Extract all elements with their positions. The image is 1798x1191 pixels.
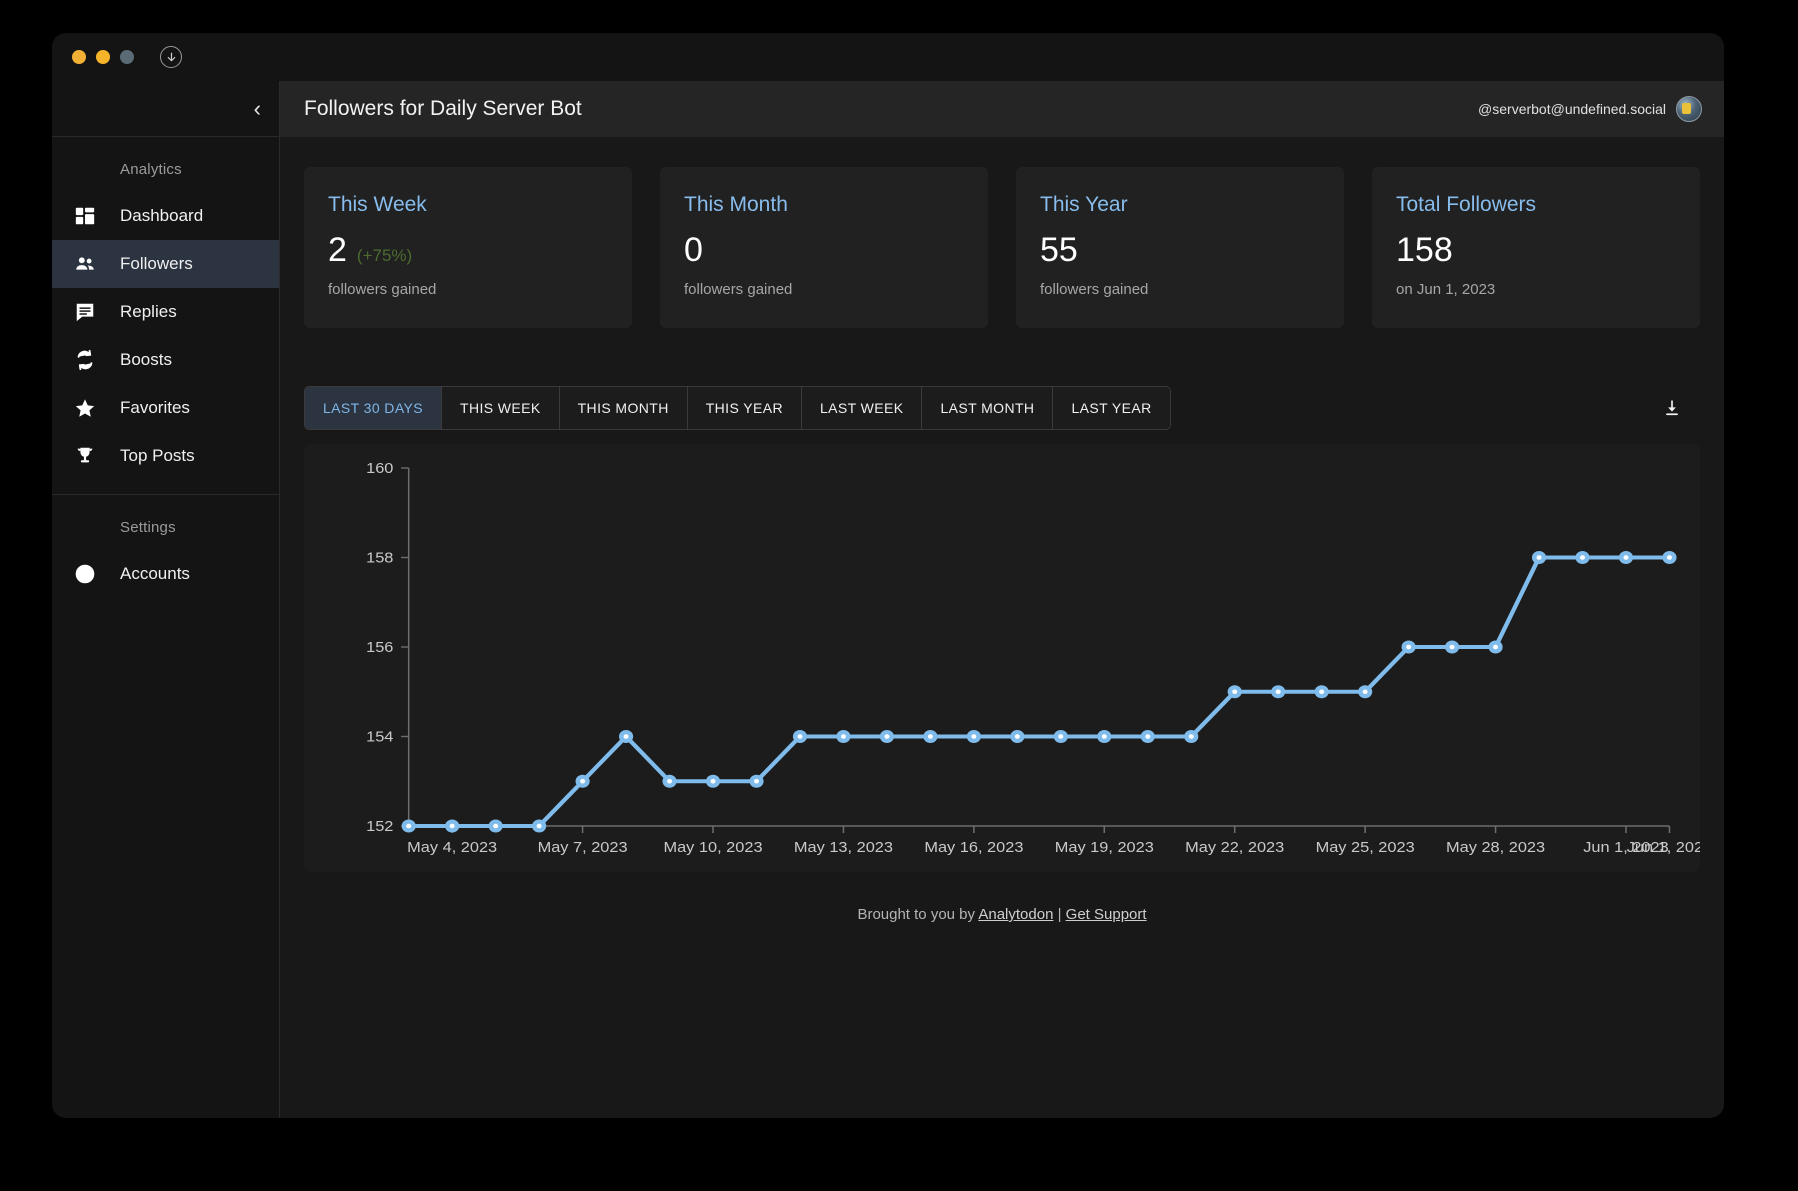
stat-card-title: Total Followers xyxy=(1396,193,1537,216)
sidebar-item-top-posts[interactable]: Top Posts xyxy=(52,432,279,480)
stat-cards: This Week 2 (+75%) followers gained This… xyxy=(304,167,1700,328)
stat-card-subtitle: followers gained xyxy=(684,281,793,298)
stat-card-this-week: This Week 2 (+75%) followers gained xyxy=(304,167,632,328)
sidebar-item-label: Top Posts xyxy=(120,446,195,465)
sidebar-item-dashboard[interactable]: Dashboard xyxy=(52,192,279,240)
sidebar-item-label: Replies xyxy=(120,302,177,321)
sidebar-item-label: Favorites xyxy=(120,398,190,417)
sidebar-item-followers[interactable]: Followers xyxy=(52,240,279,288)
window-zoom-button[interactable] xyxy=(120,50,134,64)
stat-card-title: This Year xyxy=(1040,193,1128,216)
stat-card-title: This Week xyxy=(328,193,427,216)
content-area: This Week 2 (+75%) followers gained This… xyxy=(280,137,1724,1118)
svg-text:May 13, 2023: May 13, 2023 xyxy=(794,840,893,856)
app-window: ‹ Analytics Dashboard Followers Replies … xyxy=(52,33,1724,1118)
sidebar-item-favorites[interactable]: Favorites xyxy=(52,384,279,432)
repeat-icon xyxy=(74,349,120,371)
window-titlebar xyxy=(52,33,1724,81)
avatar[interactable] xyxy=(1676,96,1702,122)
tab-last-30-days[interactable]: LAST 30 DAYS xyxy=(305,387,442,429)
tab-last-week[interactable]: LAST WEEK xyxy=(801,387,923,429)
sidebar-item-label: Accounts xyxy=(120,564,190,583)
footer-prefix: Brought to you by xyxy=(857,906,979,923)
sidebar-item-label: Followers xyxy=(120,254,193,273)
svg-text:May 19, 2023: May 19, 2023 xyxy=(1055,840,1154,856)
footer-support-link[interactable]: Get Support xyxy=(1066,906,1147,923)
main-panel: Followers for Daily Server Bot @serverbo… xyxy=(280,81,1724,1118)
tab-this-year[interactable]: THIS YEAR xyxy=(687,387,802,429)
svg-text:May 4, 2023: May 4, 2023 xyxy=(407,840,497,856)
account-area[interactable]: @serverbot@undefined.social xyxy=(1478,96,1702,122)
comment-icon xyxy=(74,301,120,323)
range-tabs-row: LAST 30 DAYS THIS WEEK THIS MONTH THIS Y… xyxy=(304,386,1700,430)
followers-line-chart: 152 154 156 158 160 May 4, 2023 May 7, 2023 May… xyxy=(366,461,1700,856)
footer: Brought to you by Analytodon | Get Suppo… xyxy=(304,872,1700,923)
svg-text:May 10, 2023: May 10, 2023 xyxy=(663,840,762,856)
app-root: ‹ Analytics Dashboard Followers Replies … xyxy=(0,0,1798,1191)
sidebar-item-replies[interactable]: Replies xyxy=(52,288,279,336)
svg-text:May 16, 2023: May 16, 2023 xyxy=(924,840,1023,856)
trophy-icon xyxy=(74,445,120,467)
stat-card-value: 2 xyxy=(328,231,347,269)
svg-text:156: 156 xyxy=(366,640,394,656)
stat-card-this-year: This Year 55 followers gained xyxy=(1016,167,1344,328)
sidebar-section-settings-label: Settings xyxy=(120,519,176,536)
status-badge: (+75%) xyxy=(356,246,413,265)
stat-card-title: This Month xyxy=(684,193,788,216)
sidebar-section-analytics-label: Analytics xyxy=(120,161,182,178)
stat-card-total-followers: Total Followers 158 on Jun 1, 2023 xyxy=(1372,167,1700,328)
svg-text:152: 152 xyxy=(366,819,393,835)
svg-text:154: 154 xyxy=(366,729,394,745)
followers-chart-panel: 152 154 156 158 160 May 4, 2023 May 7, 2023 May… xyxy=(304,444,1700,872)
sidebar-item-label: Boosts xyxy=(120,350,172,369)
svg-text:160: 160 xyxy=(366,461,394,477)
sidebar-item-label: Dashboard xyxy=(120,206,204,225)
window-minimize-button[interactable] xyxy=(96,50,110,64)
app-body: ‹ Analytics Dashboard Followers Replies … xyxy=(52,81,1724,1118)
svg-text:May 7, 2023: May 7, 2023 xyxy=(538,840,628,856)
topbar: Followers for Daily Server Bot @serverbo… xyxy=(280,81,1724,137)
svg-text:May 22, 2023: May 22, 2023 xyxy=(1185,840,1284,856)
svg-text:Jun 1, 2023: Jun 1, 2023 xyxy=(1627,840,1700,856)
chevron-left-icon[interactable]: ‹ xyxy=(254,97,261,120)
tab-last-month[interactable]: LAST MONTH xyxy=(922,387,1054,429)
stat-card-value: 158 xyxy=(1396,231,1453,269)
window-close-button[interactable] xyxy=(72,50,86,64)
stat-card-subtitle: on Jun 1, 2023 xyxy=(1396,281,1496,298)
svg-text:May 28, 2023: May 28, 2023 xyxy=(1446,840,1545,856)
sidebar-item-boosts[interactable]: Boosts xyxy=(52,336,279,384)
svg-text:May 25, 2023: May 25, 2023 xyxy=(1316,840,1415,856)
sidebar: ‹ Analytics Dashboard Followers Replies … xyxy=(52,81,280,1118)
page-title: Followers for Daily Server Bot xyxy=(304,97,582,120)
star-icon xyxy=(74,397,120,419)
sidebar-item-accounts[interactable]: Accounts xyxy=(52,550,279,598)
download-circle-icon[interactable] xyxy=(160,46,182,68)
accounts-icon xyxy=(74,563,120,585)
stat-card-subtitle: followers gained xyxy=(328,281,437,298)
stat-card-this-month: This Month 0 followers gained xyxy=(660,167,988,328)
dashboard-icon xyxy=(74,205,120,227)
footer-brand-link[interactable]: Analytodon xyxy=(978,906,1053,923)
account-handle: @serverbot@undefined.social xyxy=(1478,101,1666,117)
sidebar-header: ‹ xyxy=(52,81,279,137)
range-tabs: LAST 30 DAYS THIS WEEK THIS MONTH THIS Y… xyxy=(304,386,1171,430)
stat-card-value: 0 xyxy=(684,231,703,269)
people-icon xyxy=(74,253,120,275)
stat-card-subtitle: followers gained xyxy=(1040,281,1149,298)
tab-this-month[interactable]: THIS MONTH xyxy=(559,387,688,429)
tab-this-week[interactable]: THIS WEEK xyxy=(442,387,560,429)
svg-text:158: 158 xyxy=(366,550,394,566)
stat-card-value: 55 xyxy=(1040,231,1078,269)
download-icon[interactable] xyxy=(1656,392,1688,424)
tab-last-year[interactable]: LAST YEAR xyxy=(1053,387,1170,429)
footer-separator: | xyxy=(1053,906,1066,923)
